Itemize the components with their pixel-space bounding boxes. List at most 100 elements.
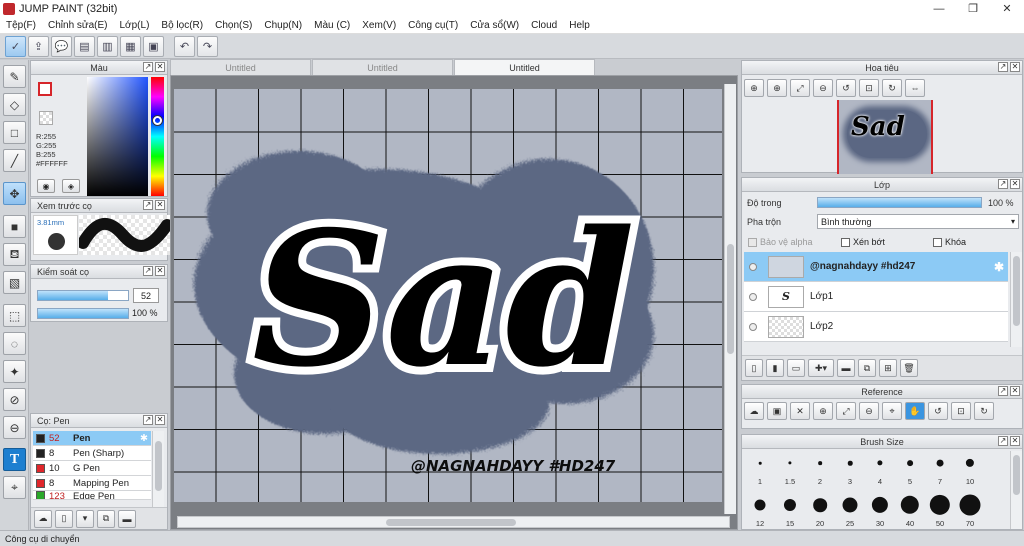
brush-settings-gear-icon[interactable]: ✱ xyxy=(140,433,148,444)
panel-float-icon[interactable]: ↗ xyxy=(143,62,153,72)
layer-opacity-slider[interactable] xyxy=(817,197,982,208)
bucket-tool-icon[interactable]: ⛾ xyxy=(3,243,26,266)
close-button[interactable]: ✕ xyxy=(990,0,1024,17)
layer-settings-gear-icon[interactable]: ✱ xyxy=(994,260,1004,274)
page-icon[interactable]: ▥ xyxy=(97,35,118,57)
saturation-value-picker[interactable] xyxy=(87,77,148,196)
new-layer-1bit-icon[interactable]: ▭ xyxy=(787,359,805,377)
menu-tools[interactable]: Công cụ(T) xyxy=(402,20,464,31)
select-rect-tool-icon[interactable]: ⬚ xyxy=(3,304,26,327)
blend-mode-select[interactable]: Bình thường ▾ xyxy=(817,214,1019,229)
canvas-vertical-scrollbar[interactable] xyxy=(724,84,736,514)
zoom-in-alt-icon[interactable]: ⊕ xyxy=(767,79,787,97)
panel-float-icon[interactable]: ↗ xyxy=(998,436,1008,446)
menu-capture[interactable]: Chụp(N) xyxy=(258,20,308,31)
minimize-button[interactable]: — xyxy=(922,0,956,17)
magic-wand-tool-icon[interactable]: ✦ xyxy=(3,360,26,383)
line-tool-icon[interactable]: ╱ xyxy=(3,149,26,172)
brush-size-option[interactable]: 20 xyxy=(805,489,835,529)
rotate-reset-icon[interactable]: ⊡ xyxy=(859,79,879,97)
reference-rotate-reset-icon[interactable]: ⊡ xyxy=(951,402,971,420)
merge-layer-icon[interactable]: ⊞ xyxy=(879,359,897,377)
brush-size-scrollbar[interactable] xyxy=(1010,451,1022,529)
panel-close-icon[interactable]: ✕ xyxy=(155,415,165,425)
hue-slider-handle[interactable] xyxy=(153,116,162,125)
rotate-right-icon[interactable]: ↻ xyxy=(882,79,902,97)
brush-size-option[interactable]: 30 xyxy=(865,489,895,529)
download-brush-icon[interactable]: ☁ xyxy=(34,509,52,528)
reference-close-icon[interactable]: ✕ xyxy=(790,402,810,420)
panel-close-icon[interactable]: ✕ xyxy=(155,200,165,210)
panel-float-icon[interactable]: ↗ xyxy=(998,386,1008,396)
undo-icon[interactable]: ↶ xyxy=(174,35,195,57)
layer-row[interactable]: S Lớp1 xyxy=(744,282,1008,312)
reference-eyedropper-icon[interactable]: ⌖ xyxy=(882,402,902,420)
new-layer-8bit-icon[interactable]: ▮ xyxy=(766,359,784,377)
color-history-icon[interactable]: ◉ xyxy=(37,179,55,193)
menu-select[interactable]: Chọn(S) xyxy=(209,20,258,31)
brush-opacity-slider[interactable] xyxy=(37,308,129,319)
move-tool-icon[interactable]: ✥ xyxy=(3,182,26,205)
menu-cloud[interactable]: Cloud xyxy=(525,20,563,31)
menu-file[interactable]: Tệp(F) xyxy=(0,20,42,31)
tab-untitled-1[interactable]: Untitled xyxy=(170,59,311,75)
reference-zoom-out-icon[interactable]: ⊖ xyxy=(859,402,879,420)
layer-row[interactable]: Lớp2 xyxy=(744,312,1008,342)
menu-layer[interactable]: Lớp(L) xyxy=(114,20,156,31)
zoom-in-icon[interactable]: ⊕ xyxy=(744,79,764,97)
layer-folder-icon[interactable]: ▬ xyxy=(837,359,855,377)
brush-size-option[interactable]: 12 xyxy=(745,489,775,529)
brush-size-option[interactable]: 50 xyxy=(925,489,955,529)
brush-size-option[interactable]: 7 xyxy=(925,451,955,491)
panel-close-icon[interactable]: ✕ xyxy=(155,62,165,72)
rotate-left-icon[interactable]: ↺ xyxy=(836,79,856,97)
canvas-horizontal-scrollbar[interactable] xyxy=(177,516,730,528)
lock-checkbox[interactable]: Khóa xyxy=(933,237,966,247)
copy-brush-icon[interactable]: ⧉ xyxy=(97,509,115,528)
delete-layer-icon[interactable]: 🗑 xyxy=(900,359,918,377)
menu-help[interactable]: Help xyxy=(563,20,596,31)
pen-tool-icon[interactable]: ✎ xyxy=(3,65,26,88)
eyedropper-tool-icon[interactable]: ⌖ xyxy=(3,476,26,499)
layer-list-scrollbar[interactable] xyxy=(1010,252,1022,347)
brush-size-slider[interactable] xyxy=(37,290,129,301)
select-pen-tool-icon[interactable]: ⊘ xyxy=(3,388,26,411)
restore-button[interactable]: ❐ xyxy=(956,0,990,17)
protect-alpha-checkbox[interactable]: Bảo vệ alpha xyxy=(748,237,813,247)
brush-size-option[interactable]: 1.5 xyxy=(775,451,805,491)
reference-open-icon[interactable]: ☁ xyxy=(744,402,764,420)
brush-size-option[interactable]: 5 xyxy=(895,451,925,491)
panel-float-icon[interactable]: ↗ xyxy=(998,179,1008,189)
brush-item-g-pen[interactable]: 10 G Pen xyxy=(33,461,151,476)
panel-float-icon[interactable]: ↗ xyxy=(998,62,1008,72)
menu-filter[interactable]: Bộ lọc(R) xyxy=(155,20,209,31)
reference-image-icon[interactable]: ▣ xyxy=(767,402,787,420)
color-set-icon[interactable]: ◈ xyxy=(62,179,80,193)
brush-item-pen-sharp[interactable]: 8 Pen (Sharp) xyxy=(33,446,151,461)
tab-untitled-2[interactable]: Untitled xyxy=(312,59,453,75)
panel-close-icon[interactable]: ✕ xyxy=(155,266,165,276)
export-icon[interactable]: ⇪ xyxy=(28,35,49,57)
redo-icon[interactable]: ↷ xyxy=(197,35,218,57)
brush-folder-icon[interactable]: ▬ xyxy=(118,509,136,528)
brush-size-option[interactable]: 40 xyxy=(895,489,925,529)
grid-settings-icon[interactable]: ▣ xyxy=(143,35,164,57)
brush-item-mapping-pen[interactable]: 8 Mapping Pen xyxy=(33,476,151,491)
brush-size-option[interactable]: 2 xyxy=(805,451,835,491)
brush-size-option[interactable]: 70 xyxy=(955,489,985,529)
brush-menu-icon[interactable]: ▾ xyxy=(76,509,94,528)
main-color-swatch[interactable] xyxy=(38,82,52,96)
brush-size-option[interactable]: 4 xyxy=(865,451,895,491)
reference-rotate-left-icon[interactable]: ↺ xyxy=(928,402,948,420)
layer-row[interactable]: @nagnahdayy #hd247 ✱ xyxy=(744,252,1008,282)
reference-zoom-in-icon[interactable]: ⊕ xyxy=(813,402,833,420)
text-tool-icon[interactable]: T xyxy=(3,448,26,471)
brush-size-option[interactable]: 10 xyxy=(955,451,985,491)
brush-item-edge-pen[interactable]: 123 Edge Pen xyxy=(33,491,151,500)
brush-size-value[interactable]: 52 xyxy=(133,288,159,303)
brush-size-option[interactable]: 25 xyxy=(835,489,865,529)
fill-rect-tool-icon[interactable]: ■ xyxy=(3,215,26,238)
zoom-out-icon[interactable]: ⊖ xyxy=(813,79,833,97)
tab-untitled-3[interactable]: Untitled xyxy=(454,59,595,75)
new-layer-icon[interactable]: ▯ xyxy=(745,359,763,377)
